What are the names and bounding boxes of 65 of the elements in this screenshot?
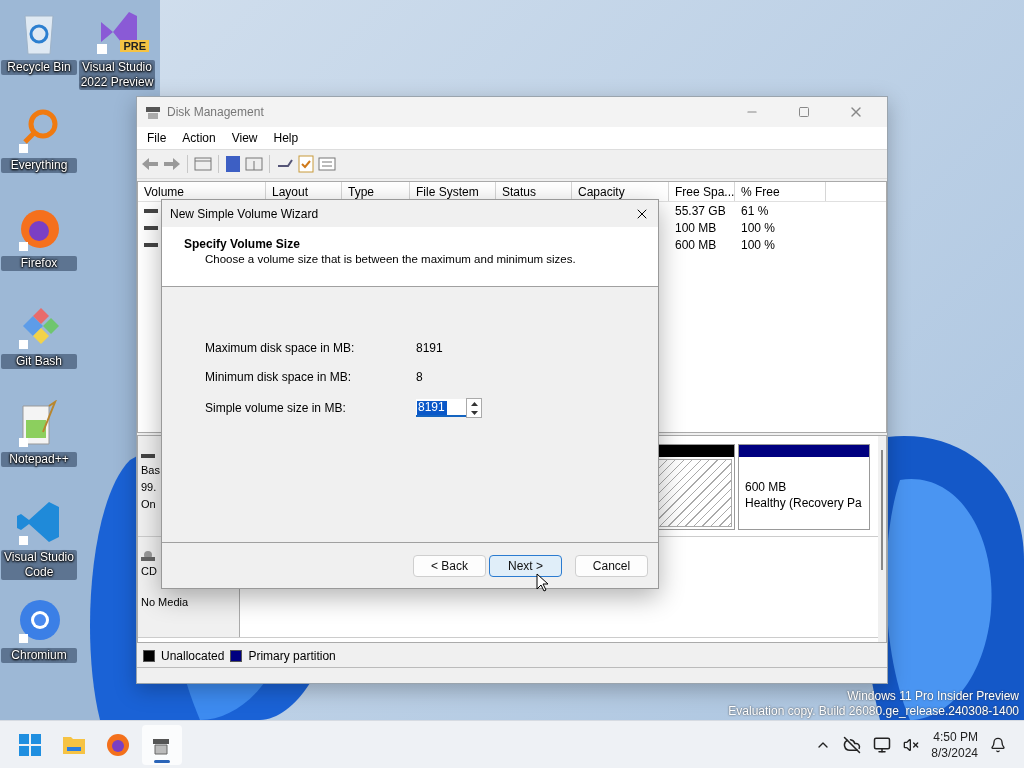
down-arrow-icon[interactable] <box>470 410 478 415</box>
column-header[interactable]: % Free <box>735 182 826 201</box>
table-cell-text: 100 MB <box>674 220 718 235</box>
table-cell-text: 600 MB <box>674 237 718 252</box>
cursor-icon <box>536 573 548 592</box>
disk-label: Bas <box>141 463 160 477</box>
drive-icon <box>144 208 158 215</box>
desktop-icon-label[interactable]: Git Bash <box>1 354 77 369</box>
disk-label: No Media <box>141 595 189 609</box>
partition[interactable]: 600 MB Healthy (Recovery Pa <box>738 444 870 530</box>
dialog-button[interactable]: Cancel <box>575 554 648 577</box>
desktop-icon-label[interactable]: Firefox <box>1 256 77 271</box>
table-cell-text: 55.37 GB <box>674 203 727 218</box>
column-header[interactable]: Free Spa... <box>669 182 735 201</box>
network-icon[interactable] <box>873 735 892 754</box>
browser-icon[interactable] <box>106 732 130 757</box>
field-label: Maximum disk space in MB: <box>205 341 356 355</box>
partition-size: 600 MB <box>745 479 788 495</box>
desktop-icon-label[interactable]: Chromium <box>1 648 77 663</box>
volume-muted-icon[interactable] <box>903 736 920 753</box>
time-text: 4:50 PM <box>933 728 978 745</box>
desktop-icon-label[interactable]: Visual Studio Code <box>1 550 77 580</box>
desktop-icon-label[interactable]: Recycle Bin <box>1 60 77 75</box>
disk-drive-icon <box>145 105 161 119</box>
disk-label: CD <box>141 564 157 578</box>
disk-label: 99. <box>141 480 157 494</box>
field-label: Minimum disk space in MB: <box>205 370 353 384</box>
dialog-button[interactable]: Next > <box>489 554 562 577</box>
menu-item[interactable]: Help <box>265 129 307 147</box>
menu-item[interactable]: Action <box>174 129 224 147</box>
taskbar-app[interactable] <box>142 724 182 765</box>
dialog-title: New Simple Volume Wizard <box>170 206 319 221</box>
page-subtitle: Choose a volume size that is between the maximum and minimum sizes. <box>205 253 577 265</box>
dialog-button[interactable]: < Back <box>413 554 486 577</box>
clock[interactable]: 4:50 PM 8/3/2024 <box>931 728 978 761</box>
desktop-icon-label[interactable]: Visual Studio 2022 Preview <box>79 60 155 90</box>
page-heading: Specify Volume Size <box>184 237 301 251</box>
scrollbar[interactable] <box>878 436 886 642</box>
notification-icon[interactable] <box>990 736 1006 753</box>
table-cell-text: 61 % <box>740 203 770 218</box>
table-cell-text: 100 % <box>740 220 777 235</box>
partition-status: Healthy (Recovery Pa <box>745 495 863 511</box>
window-title: Disk Management <box>167 105 265 119</box>
maximize-icon[interactable] <box>798 106 810 118</box>
field-value: 8191 <box>416 341 444 355</box>
cloud-off-icon[interactable] <box>843 735 862 754</box>
field-label: Simple volume size in MB: <box>205 401 347 415</box>
checklist-icon[interactable] <box>298 155 314 173</box>
panel-icon[interactable] <box>194 156 212 172</box>
drive-icon <box>144 225 158 232</box>
legend-label: Primary partition <box>248 649 336 663</box>
date-text: 8/3/2024 <box>931 744 978 761</box>
windows-logo-icon[interactable] <box>18 732 42 757</box>
disk-label: On <box>141 497 156 511</box>
desktop-icon-label[interactable]: Notepad++ <box>1 452 77 467</box>
desktop-icon-label[interactable]: Everything <box>1 158 77 173</box>
menu-item[interactable]: View <box>223 129 266 147</box>
cd-drive-icon <box>141 551 155 561</box>
legend-label: Unallocated <box>161 649 225 663</box>
up-arrow-icon[interactable] <box>470 401 478 406</box>
field-value: 8 <box>416 370 424 384</box>
preview-badge: PRE <box>120 40 149 52</box>
drive-icon <box>144 242 158 249</box>
table-cell-text: 100 % <box>740 237 777 252</box>
menu-item[interactable]: File <box>139 129 175 147</box>
